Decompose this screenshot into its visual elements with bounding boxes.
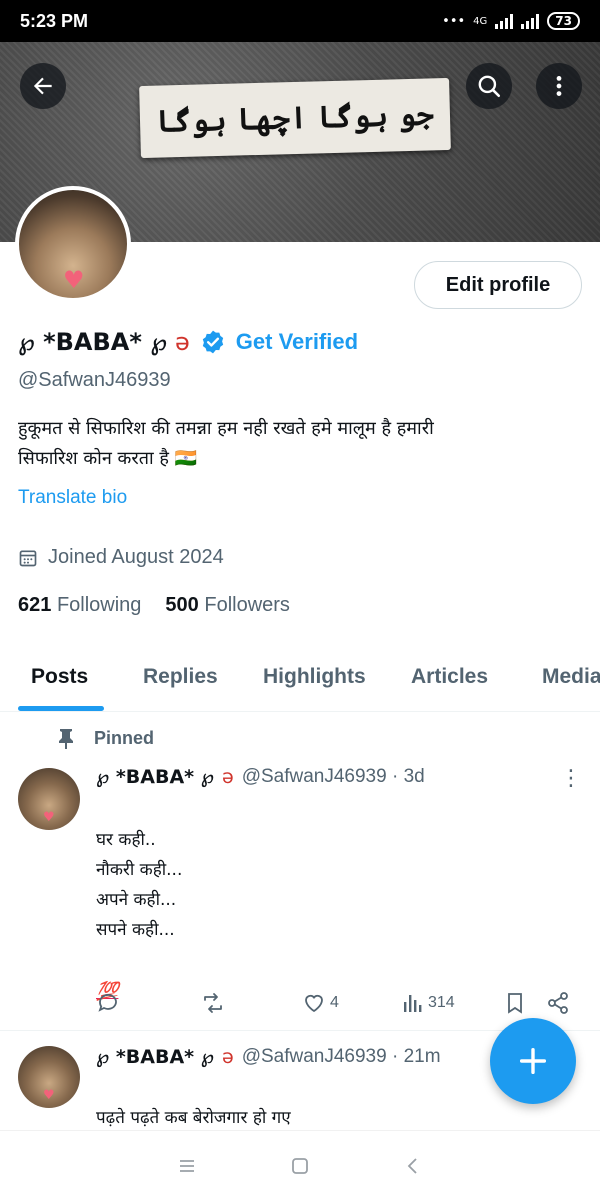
back-nav-icon[interactable]: [403, 1156, 423, 1176]
share-button[interactable]: [546, 991, 570, 1015]
banner-urdu-text: جو ہوگا اچھا ہوگا: [139, 77, 451, 159]
bookmark-icon: [508, 993, 522, 1014]
post-header: ℘ *ΒΑΒΑ* ℘ ǝ @SafwanJ46939 · 21m: [96, 1046, 441, 1068]
repost-button[interactable]: [200, 991, 226, 1015]
post-author-name[interactable]: ℘ *ΒΑΒΑ* ℘: [96, 1046, 214, 1068]
get-verified-link[interactable]: Get Verified: [236, 329, 358, 355]
status-time: 5:23 PM: [20, 10, 89, 31]
calendar-icon: [19, 550, 37, 566]
signal-icon-2: [521, 13, 540, 29]
heart-outline-icon: [305, 994, 323, 1013]
translate-bio-link[interactable]: Translate bio: [18, 487, 127, 509]
analytics-icon: [404, 995, 422, 1012]
arrow-left-icon: [33, 77, 52, 95]
reply-button[interactable]: [96, 991, 120, 1015]
tab-highlights[interactable]: Highlights: [263, 665, 366, 689]
name-row: ℘ *ΒΑΒΑ* ℘ ǝ Get Verified: [18, 322, 358, 362]
active-tab-indicator: [18, 706, 104, 711]
tab-replies[interactable]: Replies: [143, 665, 218, 689]
profile-avatar[interactable]: ♥: [15, 186, 131, 302]
beads-icon: ǝ: [221, 766, 234, 788]
post-more-icon[interactable]: ⋮: [560, 768, 582, 790]
status-bar: 5:23 PM ••• 4G 73: [0, 0, 600, 42]
heart-icon: ♥: [63, 266, 85, 294]
search-button[interactable]: [466, 63, 512, 109]
followers-label: Followers: [204, 594, 290, 616]
post-body: घर कही.. नौकरी कही... अपने कही... सपने क…: [96, 830, 183, 940]
verified-badge-icon[interactable]: [200, 329, 226, 355]
profile-bio: हुकूमत से सिफारिश की तमन्ना हम नही रखते …: [18, 418, 434, 469]
profile-handle: @SafwanJ46939: [18, 369, 171, 391]
views-count: 314: [428, 994, 455, 1011]
menu-icon[interactable]: [177, 1157, 197, 1175]
share-icon: [548, 992, 568, 1014]
joined-date: Joined August 2024: [18, 546, 224, 569]
tab-media[interactable]: Media: [542, 665, 600, 689]
more-vertical-icon: [556, 76, 562, 96]
followers-link[interactable]: 500 Followers: [165, 594, 290, 617]
tab-articles[interactable]: Articles: [411, 665, 488, 689]
more-options-button[interactable]: [536, 63, 582, 109]
pinned-text: Pinned: [94, 727, 155, 748]
edit-profile-button[interactable]: Edit profile: [414, 261, 582, 309]
home-icon[interactable]: [290, 1156, 310, 1176]
like-button[interactable]: 4: [302, 991, 339, 1015]
back-button[interactable]: [20, 63, 66, 109]
display-name: ℘ *ΒΑΒΑ* ℘: [18, 328, 168, 356]
beads-icon: ǝ: [175, 328, 190, 356]
post-meta: @SafwanJ46939 · 21m: [241, 1046, 441, 1067]
like-count: 4: [330, 994, 339, 1011]
pinned-label: Pinned: [56, 727, 154, 749]
followers-count: 500: [165, 594, 199, 616]
post-author-name[interactable]: ℘ *ΒΑΒΑ* ℘: [96, 766, 214, 788]
following-count: 621: [18, 594, 52, 616]
plus-icon: [519, 1047, 547, 1075]
post-avatar[interactable]: ♥: [18, 768, 80, 830]
joined-text: Joined August 2024: [48, 546, 224, 568]
post-text: घर कही.. नौकरी कही... अपने कही... सपने क…: [96, 795, 182, 945]
profile-tabs: Posts Replies Highlights Articles Media: [0, 645, 600, 712]
post-header: ℘ *ΒΑΒΑ* ℘ ǝ @SafwanJ46939 · 3d: [96, 766, 425, 788]
status-icons: ••• 4G 73: [442, 12, 580, 30]
following-label: Following: [56, 594, 142, 616]
battery-indicator: 73: [547, 12, 580, 30]
post-meta: @SafwanJ46939 · 3d: [241, 766, 425, 787]
views-button[interactable]: 314: [402, 992, 455, 1014]
dots-icon: •••: [442, 13, 466, 29]
beads-icon: ǝ: [221, 1046, 234, 1068]
reply-icon: [98, 994, 117, 1012]
compose-post-button[interactable]: [490, 1018, 576, 1104]
post-avatar[interactable]: ♥: [18, 1046, 80, 1108]
post-actions: 4 314: [96, 988, 576, 1018]
pin-icon: [59, 729, 73, 749]
following-link[interactable]: 621 Following: [18, 594, 141, 617]
repost-icon: [204, 993, 222, 1013]
network-type: 4G: [473, 15, 488, 27]
follow-stats: 621 Following 500 Followers: [18, 594, 290, 617]
tab-posts[interactable]: Posts: [31, 665, 88, 689]
signal-icon: [495, 13, 514, 29]
bookmark-button[interactable]: [504, 991, 526, 1015]
system-nav-bar: [0, 1130, 600, 1200]
search-icon: [478, 75, 501, 98]
